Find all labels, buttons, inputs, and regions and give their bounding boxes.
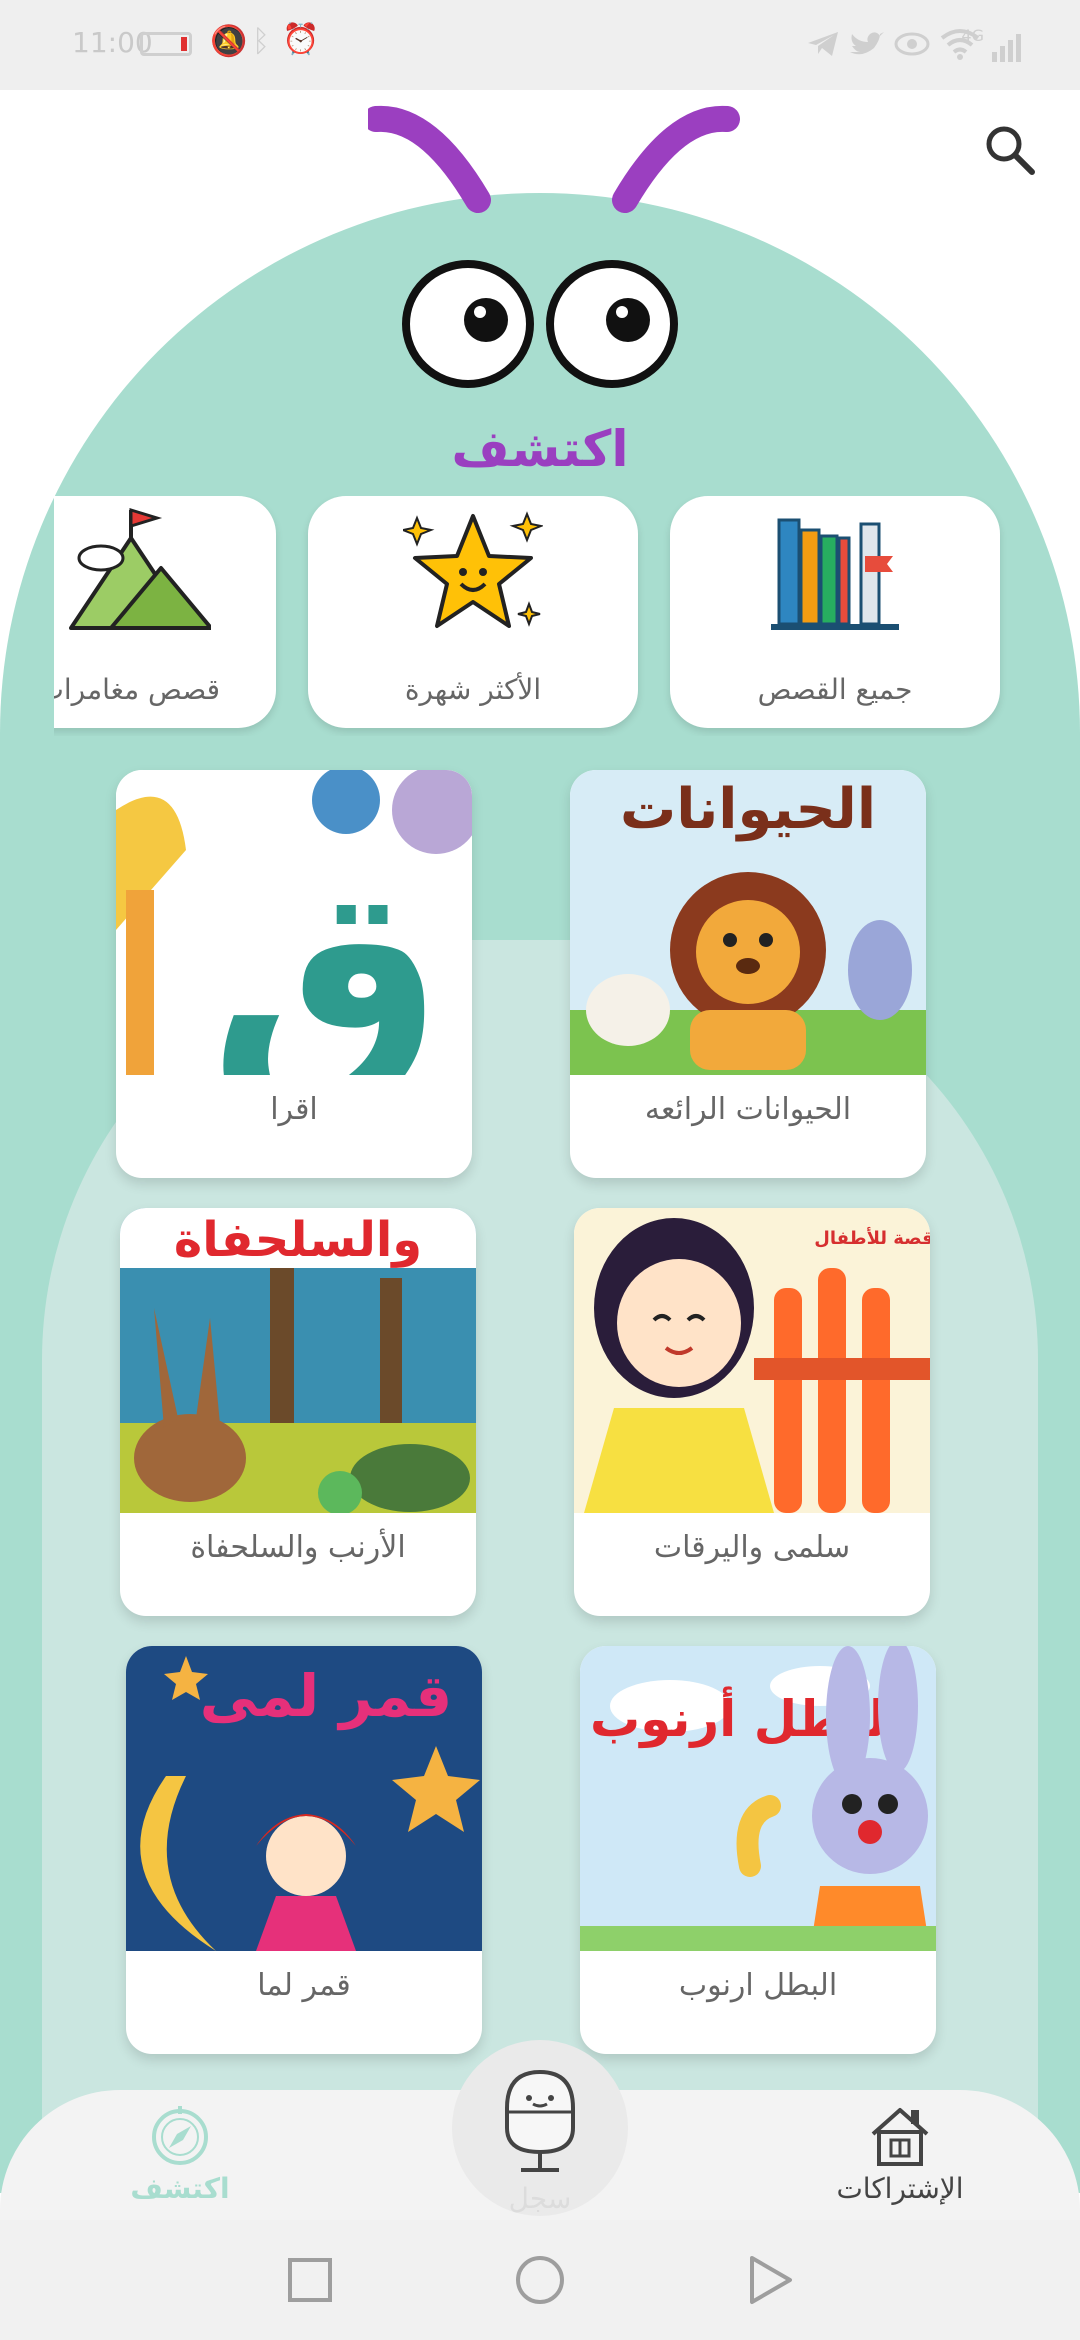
twitter-icon [850,32,884,55]
mountain-icon [69,508,211,630]
mascot-eyes [402,260,678,388]
compass-icon [152,2106,208,2165]
right-antenna [612,105,740,213]
story-cover: الحيوانات [570,770,926,1075]
cover-title: قمر لمى [200,1662,452,1731]
star-icon [403,511,543,628]
category-label: قصص مغامرات [54,673,220,706]
story-card[interactable]: ق اقرا [116,770,472,1178]
cover-title: الحيوانات [620,777,876,842]
category-carousel[interactable]: جميع القصص الأكثر شهرة قصص مغامرات [54,496,1024,736]
story-card[interactable]: قمر لمى قمر لما [126,1646,482,2054]
microphone-icon [505,2069,575,2172]
search-button[interactable] [980,120,1040,180]
cover-title: قصة للأطفال [814,1227,930,1249]
category-label: الأكثر شهرة [404,673,542,706]
telegram-icon [808,32,838,56]
story-cover: والسلحفاة [120,1208,476,1513]
story-title: الأرنب والسلحفاة [190,1530,406,1565]
story-title: الحيوانات الرائعه [644,1092,852,1127]
wifi-icon [940,29,980,60]
books-icon [771,518,899,630]
story-title: اقرا [270,1092,318,1127]
cover-title: والسلحفاة [174,1212,422,1268]
story-title: قمر لما [257,1968,351,2003]
nav-label: الإشتراكات [836,2172,964,2205]
status-bar: 11:00 🔕 ᛒ ⏰ 4G [0,0,1080,90]
back-icon[interactable] [740,2250,800,2310]
story-cover: قصة للأطفال [574,1208,930,1513]
home-icon[interactable] [510,2250,570,2310]
category-most-popular[interactable]: الأكثر شهرة [308,496,638,728]
cover-title: ق [210,830,442,1075]
battery-icon [140,32,192,56]
house-icon [871,2108,929,2166]
story-cover: ق [116,770,472,1075]
story-cover: قمر لمى [126,1646,482,1951]
left-antenna [368,105,491,213]
nav-label: سجل [508,2182,572,2215]
eye-icon [894,32,930,56]
search-icon [986,126,1035,175]
story-title: البطل ارنوب [678,1968,838,2003]
category-adventure[interactable]: قصص مغامرات [54,496,276,728]
category-all-stories[interactable]: جميع القصص [670,496,1000,728]
story-cover: البطل أرنوب [580,1646,936,1951]
mute-icon: 🔕 [210,24,248,59]
bluetooth-icon: ᛒ [252,24,270,59]
alarm-icon: ⏰ [282,22,320,57]
recents-icon[interactable] [280,2250,340,2310]
nav-label: اكتشف [130,2172,230,2205]
category-label: جميع القصص [757,673,913,706]
story-card[interactable]: الحيوانات الحيوانات الرائعه [570,770,926,1178]
nav-subscriptions[interactable]: الإشتراكات [790,2100,1010,2220]
story-card[interactable]: والسلحفاة الأرنب والسلحفاة [120,1208,476,1616]
story-title: سلمى واليرقات [653,1530,851,1565]
story-card[interactable]: قصة للأطفال سلمى واليرقات [574,1208,930,1616]
nav-explore[interactable]: اكتشف [70,2100,290,2220]
signal-icon [992,34,1021,62]
story-card[interactable]: البطل أرنوب البطل ارنوب [580,1646,936,2054]
record-button[interactable]: سجل [452,2040,628,2216]
page-title: اكتشف [451,420,629,478]
